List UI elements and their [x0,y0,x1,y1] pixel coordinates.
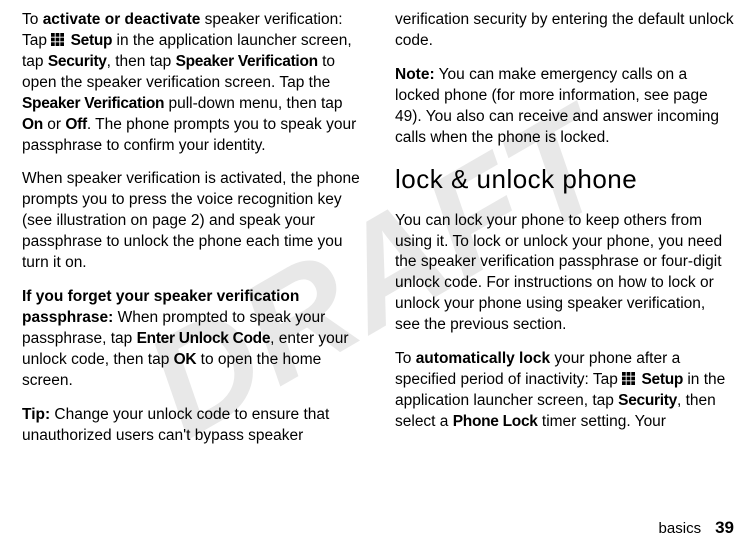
setup-grid-icon [51,33,64,46]
text: timer setting. Your [538,413,666,430]
page-content: To activate or deactivate speaker verifi… [0,0,756,460]
ui-label: Setup [71,32,113,49]
ui-label: Off [65,116,86,133]
right-para-1: verification security by entering the de… [395,10,734,52]
text: or [43,116,65,133]
ui-label: Speaker Verification [22,95,164,112]
ui-label: Speaker Verification [176,53,318,70]
text-bold: Tip: [22,406,50,423]
text: pull-down menu, then tap [164,95,342,112]
section-heading: lock & unlock phone [395,162,734,197]
text: You can make emergency calls on a locked… [395,66,719,146]
page-number: 39 [715,518,734,537]
setup-grid-icon [622,372,635,385]
text: , then tap [107,53,176,70]
ui-label: Security [48,53,107,70]
text: To [22,11,43,28]
right-column: verification security by entering the de… [395,10,734,460]
right-para-3: You can lock your phone to keep others f… [395,211,734,337]
ui-label: Security [618,392,677,409]
text-bold: automatically lock [416,350,550,367]
text: Change your unlock code to ensure that u… [22,406,329,444]
text-bold: activate or deactivate [43,11,201,28]
ui-label: Phone Lock [453,413,538,430]
footer-section-label: basics [659,520,702,537]
right-para-4: To automatically lock your phone after a… [395,349,734,433]
left-column: To activate or deactivate speaker verifi… [22,10,361,460]
ui-label: Enter Unlock Code [137,330,271,347]
left-para-4: Tip: Change your unlock code to ensure t… [22,405,361,447]
ui-label: On [22,116,43,133]
text-bold: Note: [395,66,435,83]
ui-label: Setup [641,371,683,388]
ui-label: OK [174,351,197,368]
page-footer: basics 39 [659,518,734,538]
left-para-3: If you forget your speaker verification … [22,287,361,392]
left-para-1: To activate or deactivate speaker verifi… [22,10,361,156]
text: To [395,350,416,367]
left-para-2: When speaker verification is activated, … [22,169,361,274]
right-para-2: Note: You can make emergency calls on a … [395,65,734,149]
